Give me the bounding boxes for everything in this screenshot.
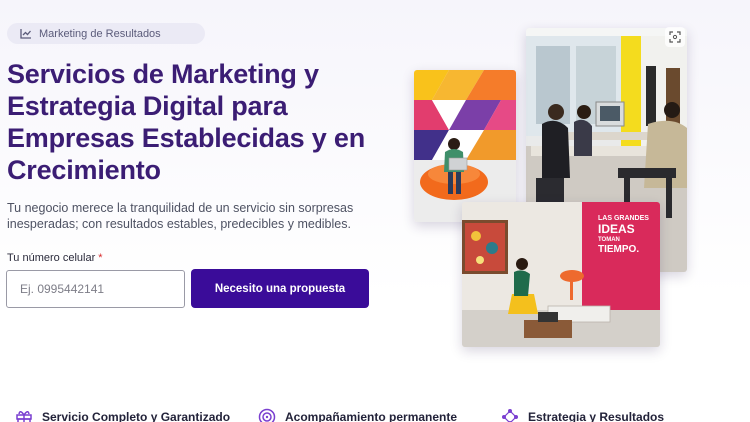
wall-sign-line4: TIEMPO. xyxy=(598,244,639,255)
feature-label: Servicio Completo y Garantizado xyxy=(42,410,231,422)
badge-label: Marketing de Resultados xyxy=(39,27,161,40)
phone-field-label: Tu número celular * xyxy=(7,252,103,264)
wall-sign-line1: LAS GRANDES xyxy=(598,215,649,222)
target-icon xyxy=(258,408,276,422)
colorful-wall-photo xyxy=(414,70,516,222)
wall-sign-line2: IDEAS xyxy=(598,222,635,236)
request-proposal-button[interactable]: Necesito una propuesta xyxy=(191,269,369,308)
page-subtitle: Tu negocio merece la tranquilidad de un … xyxy=(7,201,354,231)
network-icon xyxy=(502,409,518,422)
features-row: Servicio Completo y Garantizado Acompaña… xyxy=(0,408,750,422)
phone-label-text: Tu número celular xyxy=(7,252,96,264)
feature-item: Servicio Completo y Garantizado xyxy=(15,408,230,422)
required-mark: * xyxy=(98,252,103,264)
category-badge: Marketing de Resultados xyxy=(7,23,205,44)
lounge-photo: LAS GRANDES IDEAS TOMAN TIEMPO. xyxy=(462,202,660,347)
wall-sign-line3: TOMAN xyxy=(598,237,620,243)
feature-label: Estrategia y Resultados xyxy=(528,410,665,422)
feature-label: Acompañamiento permanente xyxy=(285,410,458,422)
landing-page: Marketing de Resultados Servicios de Mar… xyxy=(0,0,750,422)
expand-image-button[interactable] xyxy=(665,27,685,47)
phone-input[interactable] xyxy=(6,270,185,308)
feature-item: Acompañamiento permanente xyxy=(258,408,457,422)
gift-icon xyxy=(16,411,32,422)
page-title: Servicios de Marketing y Estrategia Digi… xyxy=(7,59,365,185)
chart-line-icon xyxy=(20,29,31,39)
expand-icon xyxy=(669,31,681,43)
feature-item: Estrategia y Resultados xyxy=(501,408,664,422)
